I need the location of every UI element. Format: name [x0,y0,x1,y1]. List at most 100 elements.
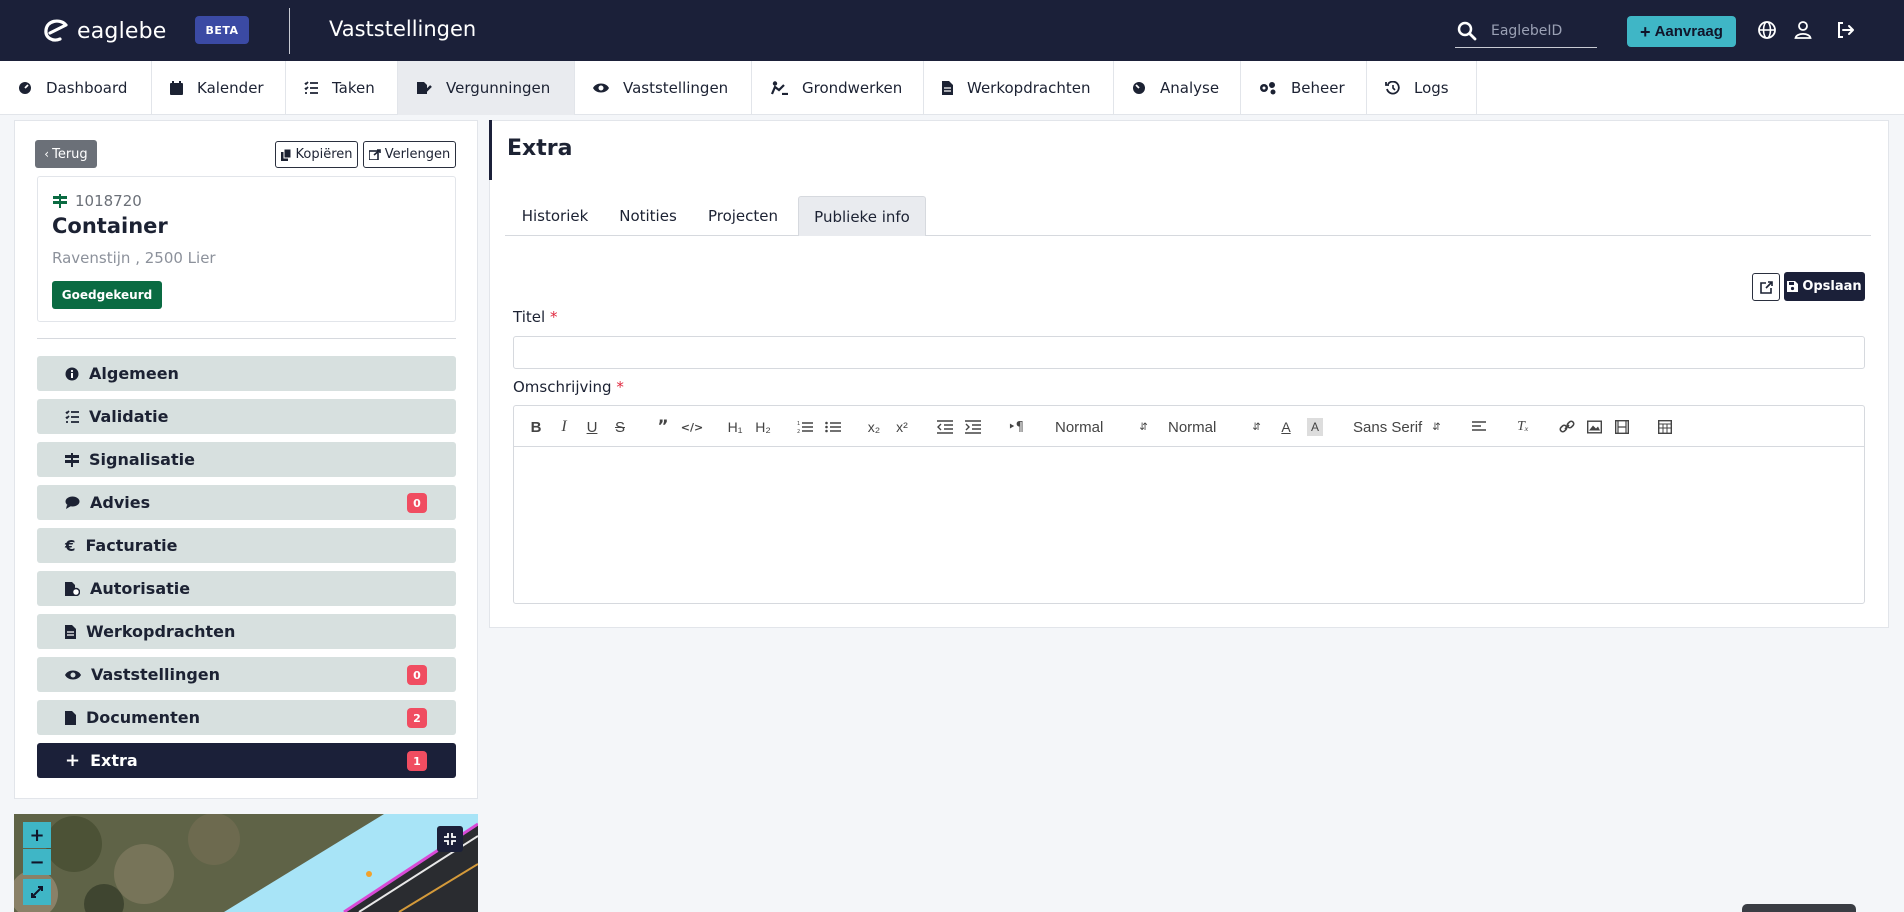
chevron-left-icon: ‹ [44,147,50,161]
sidebar-item-autorisatie[interactable]: Autorisatie [37,571,456,606]
permit-id-text: 1018720 [75,192,142,210]
logout-icon[interactable] [1834,19,1856,41]
table-icon[interactable] [1658,418,1672,436]
sidebar-item-werkopdrachten[interactable]: Werkopdrachten [37,614,456,649]
share-icon [368,149,381,160]
tasks-icon [304,81,318,94]
nav-item-vergunningen[interactable]: Vergunningen [398,61,575,115]
top-bar: eaglebe BETA Vaststellingen + Aanvraag [0,0,1904,61]
nav-label: Vaststellingen [623,79,729,97]
status-badge: Goedgekeurd [52,281,162,309]
advies-count-badge: 0 [407,493,427,513]
superscript-icon[interactable]: x² [893,418,911,436]
code-block-icon[interactable]: </> [681,418,703,436]
extend-button[interactable]: Verlengen [363,141,456,168]
nav-label: Vergunningen [446,79,551,97]
select-arrows-icon: ⇵ [1252,421,1261,433]
strike-icon[interactable]: S [613,418,627,436]
save-button[interactable]: Opslaan [1784,272,1865,301]
link-icon[interactable] [1559,418,1575,436]
font-select[interactable]: Sans Serif ⇵ [1353,418,1441,436]
header-select[interactable]: Normal ⇵ [1055,418,1148,436]
titel-input[interactable] [513,336,1865,369]
image-icon[interactable] [1587,418,1602,436]
globe-icon[interactable] [1756,19,1778,41]
file-icon [942,81,953,95]
nav-item-vaststellingen[interactable]: Vaststellingen [575,61,752,115]
italic-icon[interactable]: I [557,418,571,436]
header-select-value: Normal [1055,418,1104,436]
aanvraag-button[interactable]: + Aanvraag [1627,16,1736,47]
sidebar-item-advies[interactable]: Advies 0 [37,485,456,520]
extra-count-badge: 1 [407,751,427,771]
calendar-icon [170,81,183,95]
nav-item-werkopdrachten[interactable]: Werkopdrachten [924,61,1114,115]
omschrijving-label: Omschrijving * [513,378,624,396]
back-button[interactable]: ‹ Terug [35,140,97,168]
heading-2-icon[interactable]: H₂ [753,418,773,436]
video-icon[interactable] [1615,418,1629,436]
sidebar-item-label: Autorisatie [90,579,191,598]
size-select[interactable]: Normal ⇵ [1168,418,1261,436]
chat-widget-tab[interactable] [1742,904,1856,912]
sidebar-item-validatie[interactable]: Validatie [37,399,456,434]
outdent-icon[interactable] [937,418,953,436]
text-direction-icon[interactable]: ‣¶ [1007,418,1025,436]
tab-publieke-info[interactable]: Publieke info [798,196,926,236]
fullscreen-button[interactable] [437,826,463,852]
fit-extent-button[interactable] [23,879,51,905]
zoom-out-button[interactable]: − [23,849,51,875]
panel-accent [489,120,492,180]
nav-item-dashboard[interactable]: Dashboard [0,61,152,115]
blockquote-icon[interactable]: ” [655,417,671,437]
file-shield-icon [65,581,80,596]
sidebar-item-extra[interactable]: + Extra 1 [37,743,456,778]
tab-historiek[interactable]: Historiek [505,196,605,236]
eaglebe-logo-icon [44,19,68,42]
search-input[interactable] [1491,20,1591,42]
sidebar-item-algemeen[interactable]: Algemeen [37,356,456,391]
extra-tabs: Historiek Notities Projecten Publieke in… [505,196,1871,236]
underline-icon[interactable]: U [585,418,599,436]
indent-icon[interactable] [965,418,981,436]
map-view[interactable]: + − [14,814,478,912]
omschrijving-editor[interactable] [513,446,1865,604]
required-marker: * [616,378,624,396]
nav-item-kalender[interactable]: Kalender [152,61,286,115]
bold-icon[interactable]: B [529,418,543,436]
nav-item-taken[interactable]: Taken [286,61,398,115]
sidebar-item-label: Facturatie [85,536,178,555]
sidebar-item-vaststellingen[interactable]: Vaststellingen 0 [37,657,456,692]
open-external-button[interactable] [1752,273,1780,301]
sidebar-item-facturatie[interactable]: € Facturatie [37,528,456,563]
document-icon [65,710,76,725]
background-color-icon[interactable]: A [1307,418,1323,436]
sidebar-item-signalisatie[interactable]: Signalisatie [37,442,456,477]
titel-label: Titel * [513,308,557,326]
zoom-in-button[interactable]: + [23,822,51,848]
floppy-disk-icon [1787,281,1799,292]
sidebar-item-documenten[interactable]: Documenten 2 [37,700,456,735]
logo[interactable]: eaglebe [41,16,167,46]
ordered-list-icon[interactable]: 12 [797,418,813,436]
tab-projecten[interactable]: Projecten [691,196,795,236]
tab-notities[interactable]: Notities [605,196,691,236]
nav-item-beheer[interactable]: Beheer [1241,61,1367,115]
nav-item-grondwerken[interactable]: Grondwerken [752,61,924,115]
copy-button[interactable]: Kopiëren [275,141,358,168]
search-icon [1457,21,1477,41]
align-icon[interactable] [1472,418,1488,436]
gauge-icon [1133,82,1145,94]
bullet-list-icon[interactable] [825,418,841,436]
page-title: Vaststellingen [329,17,477,41]
file-icon [65,624,76,639]
nav-item-analyse[interactable]: Analyse [1114,61,1241,115]
nav-label: Analyse [1160,79,1220,97]
heading-1-icon[interactable]: H₁ [725,418,745,436]
text-color-icon[interactable]: A [1279,418,1293,436]
user-icon[interactable] [1792,19,1814,41]
clear-format-icon[interactable]: Tₓ [1515,418,1531,436]
signpost-icon [53,194,67,208]
subscript-icon[interactable]: x₂ [865,418,883,436]
nav-item-logs[interactable]: Logs [1367,61,1477,115]
